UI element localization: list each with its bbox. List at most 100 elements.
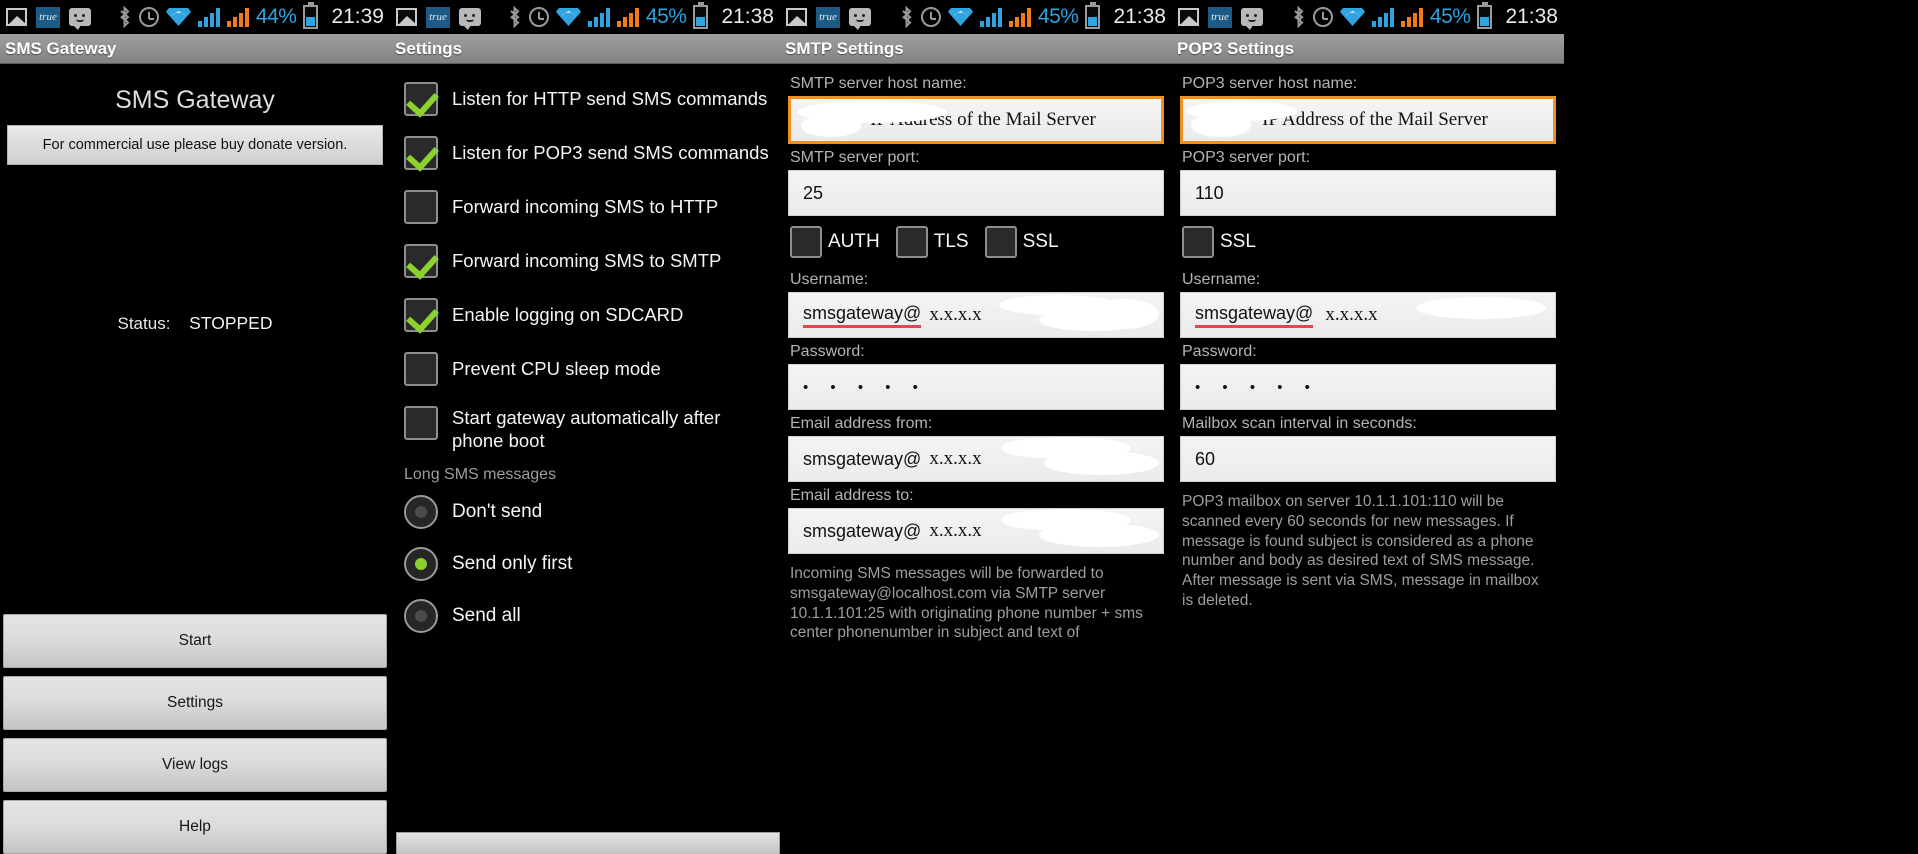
- long-sms-group-label: Long SMS messages: [404, 466, 557, 484]
- battery-percent-label: 45%: [1429, 5, 1471, 28]
- smtp-flags-row: AUTH TLS SSL: [788, 216, 1164, 266]
- tls-label: TLS: [933, 231, 969, 252]
- donate-notice: For commercial use please buy donate ver…: [7, 125, 383, 165]
- pop3-username-input[interactable]: smsgateway@ x.x.x.x: [1180, 292, 1556, 338]
- setting-label: Forward incoming SMS to HTTP: [452, 196, 719, 218]
- smtp-port-label: SMTP server port:: [790, 149, 920, 166]
- smtp-username-value: smsgateway@: [803, 303, 922, 328]
- clock-label: 21:38: [1505, 5, 1558, 28]
- bluetooth-icon: [507, 6, 522, 28]
- titlebar-sms-gateway: SMS Gateway: [0, 34, 390, 64]
- signal-bars-sim2-icon: [616, 7, 639, 27]
- view-logs-button[interactable]: View logs: [3, 738, 387, 792]
- smtp-email-to-input[interactable]: smsgateway@ x.x.x.x: [788, 508, 1164, 554]
- checkbox-prevent-cpu-sleep-icon[interactable]: [404, 352, 438, 386]
- radio-send-all[interactable]: Send all: [390, 590, 780, 642]
- bluetooth-icon: [117, 6, 132, 28]
- clock-label: 21:38: [1113, 5, 1166, 28]
- smtp-username-label: Username:: [790, 271, 869, 288]
- status-value: STOPPED: [189, 313, 273, 333]
- setting-label: Enable logging on SDCARD: [452, 304, 684, 326]
- sms-icon: [459, 8, 481, 30]
- photo-icon: [786, 8, 807, 26]
- pop3-flags-row: SSL: [1180, 216, 1556, 266]
- photo-icon: [1178, 8, 1199, 26]
- radio-dont-send-icon[interactable]: [404, 495, 438, 530]
- start-button[interactable]: Start: [3, 614, 387, 668]
- smtp-username-redacted: x.x.x.x: [929, 304, 982, 325]
- smtp-email-to-redacted: x.x.x.x: [929, 520, 982, 541]
- setting-listen-pop3[interactable]: Listen for POP3 send SMS commands: [390, 126, 780, 180]
- setting-label: Forward incoming SMS to SMTP: [452, 250, 722, 272]
- panel-pop3-settings: true 45% 21:38 POP3 Settings POP3 server…: [1172, 0, 1564, 854]
- checkbox-listen-http-icon[interactable]: [404, 82, 438, 116]
- status-bar-4: true 45% 21:38: [1172, 0, 1564, 34]
- smtp-port-input[interactable]: 25: [788, 170, 1164, 216]
- settings-button[interactable]: Settings: [3, 676, 387, 730]
- pop3-password-value: • • • • •: [1195, 378, 1319, 396]
- checkbox-auth-icon[interactable]: [790, 226, 822, 258]
- setting-start-on-boot[interactable]: Start gateway automatically after phone …: [390, 396, 780, 462]
- pop3-password-input[interactable]: • • • • •: [1180, 364, 1556, 410]
- pop3-scan-interval-value: 60: [1195, 448, 1216, 469]
- radio-send-all-icon[interactable]: [404, 599, 438, 634]
- pop3-port-input[interactable]: 110: [1180, 170, 1556, 216]
- pop3-host-value: IP Address of the Mail Server: [1262, 109, 1488, 130]
- checkbox-start-on-boot-icon[interactable]: [404, 406, 438, 440]
- setting-forward-smtp[interactable]: Forward incoming SMS to SMTP: [390, 234, 780, 288]
- photo-icon: [6, 8, 27, 26]
- checkbox-forward-http-icon[interactable]: [404, 190, 438, 224]
- alarm-icon: [1312, 7, 1333, 27]
- ssl-label: SSL: [1022, 231, 1059, 252]
- pop3-port-value: 110: [1195, 182, 1224, 203]
- auth-label: AUTH: [828, 231, 880, 252]
- setting-forward-http[interactable]: Forward incoming SMS to HTTP: [390, 180, 780, 234]
- setting-listen-http[interactable]: Listen for HTTP send SMS commands: [390, 72, 780, 126]
- settings-bottom-bar[interactable]: [396, 832, 780, 854]
- titlebar-title: Settings: [395, 38, 463, 58]
- titlebar-settings: Settings: [390, 34, 780, 64]
- smtp-port-value: 25: [803, 182, 824, 203]
- radio-dont-send[interactable]: Don't send: [390, 486, 780, 538]
- checkbox-listen-pop3-icon[interactable]: [404, 136, 438, 170]
- pop3-username-redacted: x.x.x.x: [1325, 304, 1378, 325]
- sms-icon: [1241, 8, 1263, 30]
- multi-screenshot-strip: true 44% 21:39 SMS Gateway SMS Gateway F…: [0, 0, 1918, 854]
- pop3-host-input[interactable]: IP Address of the Mail Server: [1180, 96, 1556, 144]
- checkbox-tls-icon[interactable]: [895, 226, 928, 258]
- sms-icon: [849, 8, 871, 30]
- smtp-host-input[interactable]: IP Address of the Mail Server: [788, 96, 1164, 144]
- checkbox-forward-smtp-icon[interactable]: [404, 244, 438, 278]
- battery-percent-label: 45%: [645, 5, 687, 28]
- panel-settings: true 45% 21:38 Settings Listen for HTTP …: [390, 0, 780, 854]
- smtp-form: SMTP server host name: IP Address of the…: [780, 64, 1172, 643]
- long-sms-radio-group: Don't send Send only first Send all: [390, 486, 780, 642]
- pop3-scan-interval-input[interactable]: 60: [1180, 436, 1556, 482]
- smtp-password-input[interactable]: • • • • •: [788, 364, 1164, 410]
- alarm-icon: [920, 7, 941, 27]
- wifi-icon: [165, 3, 191, 27]
- panel-sms-gateway-main: true 44% 21:39 SMS Gateway SMS Gateway F…: [0, 0, 390, 854]
- checkbox-ssl-icon[interactable]: [1182, 226, 1214, 258]
- photo-icon: [396, 8, 417, 26]
- smtp-host-label: SMTP server host name:: [790, 75, 967, 92]
- smtp-host-value: IP Address of the Mail Server: [870, 109, 1096, 130]
- checkbox-ssl-icon[interactable]: [984, 226, 1017, 258]
- battery-icon: [1477, 2, 1493, 29]
- help-button[interactable]: Help: [3, 800, 387, 854]
- setting-enable-logging[interactable]: Enable logging on SDCARD: [390, 288, 780, 342]
- true-app-icon: true: [426, 6, 450, 28]
- smtp-email-from-input[interactable]: smsgateway@ x.x.x.x: [788, 436, 1164, 482]
- battery-percent-label: 45%: [1037, 5, 1079, 28]
- smtp-username-input[interactable]: smsgateway@ x.x.x.x: [788, 292, 1164, 338]
- radio-send-only-first[interactable]: Send only first: [390, 538, 780, 590]
- signal-bars-sim1-icon: [979, 7, 1002, 27]
- signal-bars-sim1-icon: [197, 7, 220, 27]
- signal-bars-sim2-icon: [226, 7, 249, 27]
- setting-prevent-cpu-sleep[interactable]: Prevent CPU sleep mode: [390, 342, 780, 396]
- checkbox-enable-logging-icon[interactable]: [404, 298, 438, 332]
- smtp-email-from-label: Email address from:: [790, 415, 933, 432]
- wifi-icon: [1339, 3, 1365, 27]
- panel-smtp-settings: true 45% 21:38 SMTP Settings SMTP server…: [780, 0, 1172, 854]
- radio-send-only-first-icon[interactable]: [404, 547, 438, 582]
